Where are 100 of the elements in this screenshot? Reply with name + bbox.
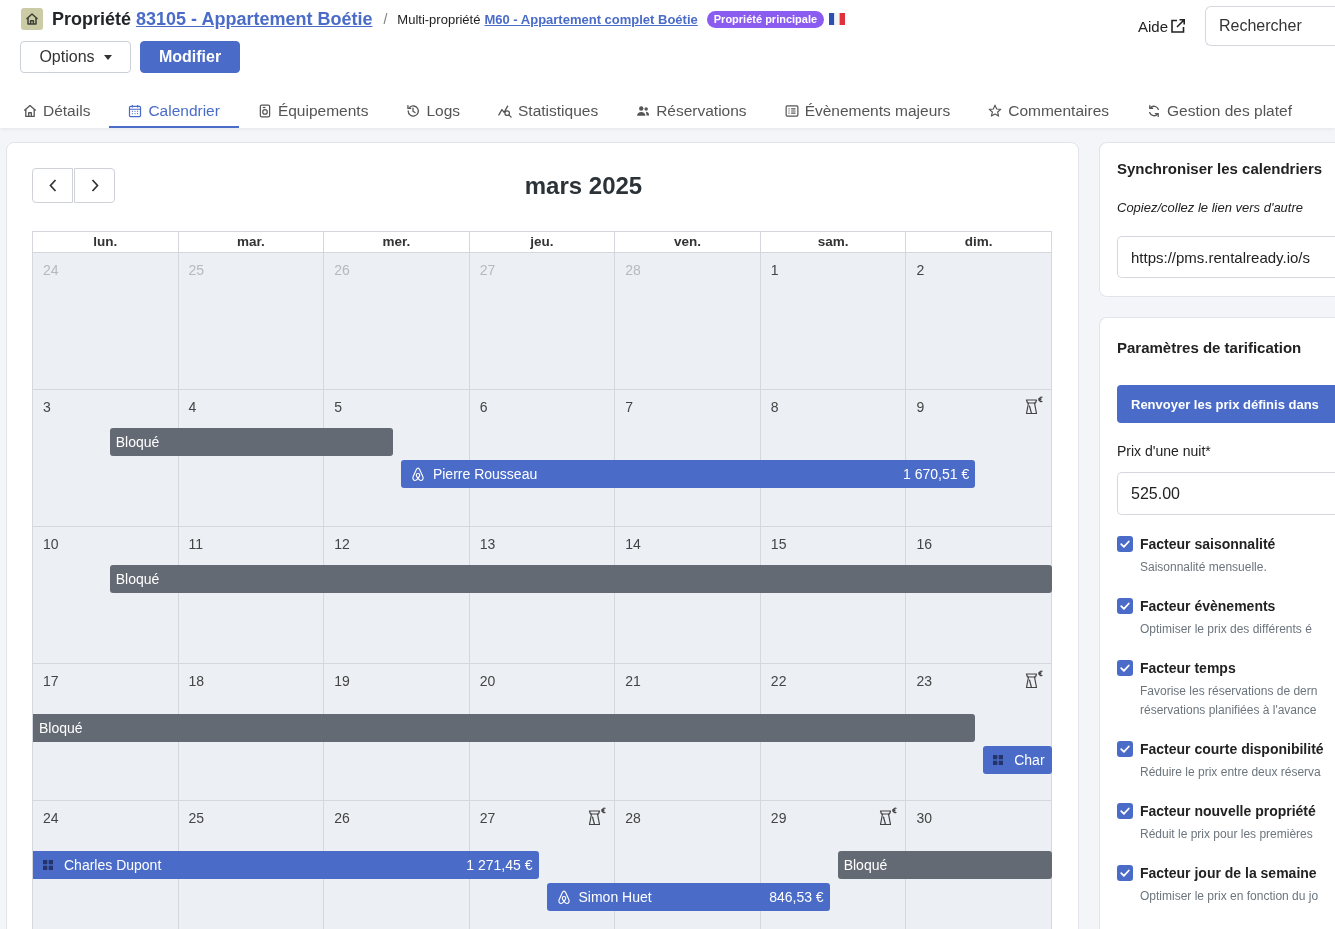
day-number: 29: [770, 810, 787, 826]
squares-icon: [43, 860, 53, 870]
flag-icon: [829, 13, 846, 25]
house-icon: [23, 103, 37, 118]
day-number: 6: [479, 399, 488, 415]
calendar-icon: [128, 103, 143, 118]
weekday-header: sam.: [760, 232, 907, 252]
day-number: 9: [916, 399, 925, 415]
day-number: 7: [625, 399, 634, 415]
edit-button[interactable]: Modifier: [140, 41, 240, 73]
weekday-header: lun.: [33, 232, 179, 252]
parent-property-link[interactable]: M60 - Appartement complet Boétie: [484, 11, 698, 27]
tab[interactable]: Réservations: [617, 95, 766, 128]
factor-description: Optimiser le prix des différents é: [1140, 621, 1313, 638]
day-number: 15: [770, 536, 787, 552]
tab[interactable]: Détails: [4, 95, 110, 128]
factor-label: Facteur temps: [1140, 659, 1237, 678]
day-number: 13: [479, 536, 496, 552]
day-number: 16: [916, 536, 932, 552]
refresh-icon: [1147, 103, 1161, 118]
month-title: mars 2025: [524, 171, 643, 200]
loop-logo-icon: [556, 889, 571, 905]
day-number: 23: [916, 673, 932, 689]
checkbox[interactable]: [1117, 598, 1133, 614]
reset-prices-button[interactable]: Renvoyer les prix définis dans: [1117, 385, 1335, 423]
squares-icon: [993, 755, 1004, 765]
tab[interactable]: Gestion des platef: [1128, 95, 1311, 128]
weekday-header: dim.: [906, 232, 1052, 252]
day-number: 11: [188, 536, 204, 552]
day-number: 25: [188, 810, 205, 826]
factor-label: Facteur saisonnalité: [1140, 535, 1277, 554]
blocked-event[interactable]: Bloqué: [837, 851, 1052, 879]
search-field[interactable]: Rechercher: [1205, 6, 1335, 46]
main-property-badge: Propriété principale: [706, 10, 825, 28]
tab[interactable]: Calendrier: [109, 95, 239, 128]
tab[interactable]: Évènements majeurs: [765, 95, 970, 128]
factor-description: Réduit le prix pour les premières: [1140, 826, 1314, 843]
calendar-link-field[interactable]: https://pms.rentalready.io/s: [1117, 236, 1335, 278]
blocked-event[interactable]: Bloqué: [109, 428, 393, 456]
external-link-icon: [1170, 18, 1186, 34]
checkbox[interactable]: [1117, 741, 1133, 757]
guest-name: Simon Huet: [578, 889, 652, 905]
day-number: 18: [188, 673, 205, 689]
guest-name: Charles Dupont: [64, 857, 162, 873]
people-icon: [636, 103, 651, 118]
tab[interactable]: Logs: [387, 95, 479, 128]
factor-description: Saisonnalité mensuelle.: [1140, 559, 1268, 576]
booking-event[interactable]: Charles Dupont 1 271,45 €: [33, 851, 539, 879]
card-title: Synchroniser les calendriers: [1117, 159, 1324, 179]
day-number: 14: [625, 536, 641, 552]
parent-label: Multi-propriété: [397, 11, 481, 27]
tab[interactable]: Statistiques: [479, 95, 618, 128]
factor-description: Optimiser le prix en fonction du jo: [1140, 888, 1320, 905]
washing-machine-icon: [257, 103, 272, 118]
day-number: 2: [916, 262, 925, 278]
factor-label: Facteur nouvelle propriété: [1140, 802, 1317, 821]
history-icon: [406, 103, 421, 118]
help-link[interactable]: Aide: [1137, 17, 1186, 35]
day-number: 19: [334, 673, 350, 689]
day-number: 28: [625, 810, 641, 826]
checkbox[interactable]: [1117, 803, 1133, 819]
booking-amount: 846,53 €: [768, 889, 824, 905]
factor-label: Facteur courte disponibilité: [1140, 740, 1325, 759]
list-icon: [784, 103, 799, 118]
price-field[interactable]: 525.00: [1117, 472, 1335, 515]
day-number: 21: [625, 673, 641, 689]
day-number: 8: [770, 399, 779, 415]
factor-label: Facteur jour de la semaine: [1140, 864, 1318, 883]
day-number: 24: [43, 810, 59, 826]
checkbox[interactable]: [1117, 865, 1133, 881]
card-title: Paramètres de tarification: [1117, 338, 1303, 358]
checkbox[interactable]: [1117, 536, 1133, 552]
day-number: 22: [770, 673, 787, 689]
factor-description: Favorise les réservations de dern réservations planifiées à l'avance: [1140, 683, 1319, 719]
star-icon: [988, 103, 1003, 118]
weekday-header: ven.: [615, 232, 761, 252]
options-button[interactable]: Options: [20, 41, 131, 73]
day-number: 17: [43, 673, 59, 689]
weekday-header: mar.: [178, 232, 325, 252]
tab[interactable]: Commentaires: [969, 95, 1128, 128]
day-number: 30: [916, 810, 932, 826]
blocked-event[interactable]: Bloqué: [109, 565, 1052, 593]
page-title: Propriété: [52, 8, 132, 30]
booking-event[interactable]: Simon Huet 846,53 €: [546, 883, 830, 911]
checkbox[interactable]: [1117, 660, 1133, 676]
guest-name: Pierre Rousseau: [432, 466, 538, 482]
day-number: 3: [43, 399, 51, 415]
booking-event[interactable]: Char: [983, 746, 1052, 774]
tab[interactable]: Équipements: [238, 95, 388, 128]
guest-name: Char: [1014, 752, 1045, 768]
caret-icon: [103, 54, 112, 60]
booking-event[interactable]: Pierre Rousseau 1 670,51 €: [400, 460, 976, 488]
weekday-header: jeu.: [469, 232, 616, 252]
breadcrumb-separator: /: [383, 11, 388, 27]
day-number: 27: [479, 810, 496, 826]
house-icon: [21, 8, 43, 30]
property-link[interactable]: 83105 - Appartement Boétie: [136, 8, 373, 30]
blocked-event[interactable]: Bloqué: [33, 714, 976, 742]
day-number: 5: [334, 399, 342, 415]
weekday-header: mer.: [324, 232, 470, 252]
